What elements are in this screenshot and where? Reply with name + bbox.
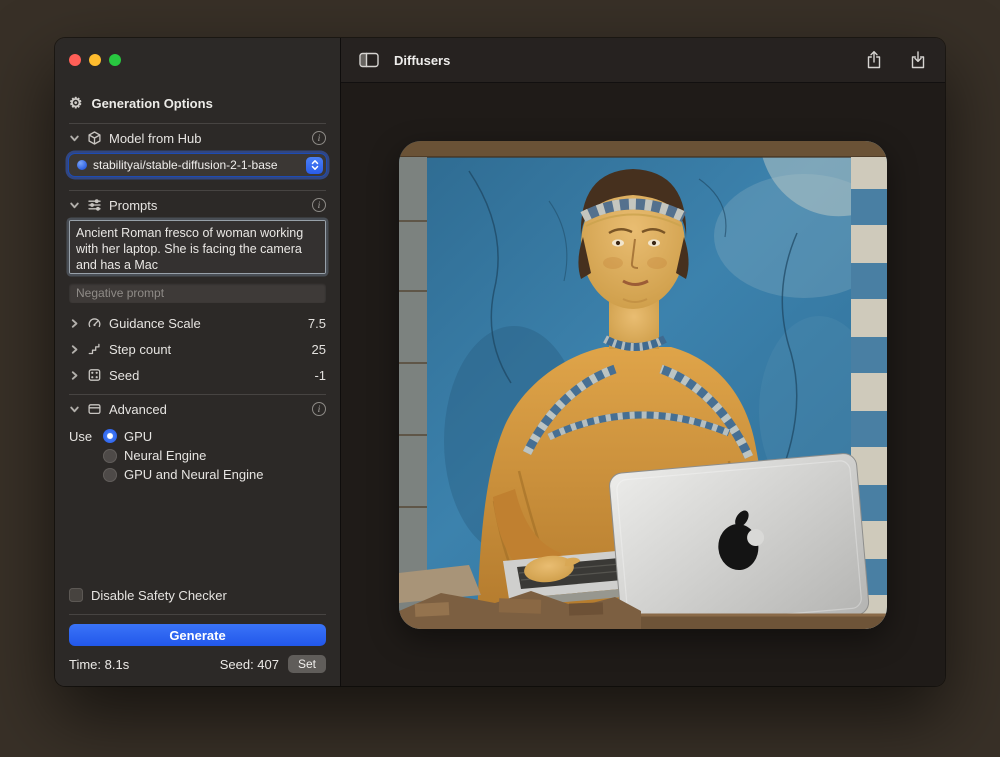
- last-seed: Seed: 407: [220, 657, 279, 672]
- generated-image[interactable]: [399, 141, 887, 629]
- generation-time: Time: 8.1s: [69, 657, 129, 672]
- param-row-guidance-scale[interactable]: Guidance Scale 7.5: [69, 310, 326, 336]
- neural-engine-option-label: Neural Engine: [124, 448, 206, 463]
- gpu-option-label: GPU: [124, 429, 152, 444]
- dice-icon: [87, 368, 102, 382]
- sidebar-toggle-icon[interactable]: [359, 52, 379, 68]
- advanced-row[interactable]: Advanced i: [69, 395, 326, 423]
- advanced-info-icon[interactable]: i: [312, 402, 326, 416]
- radio-neural-engine[interactable]: [103, 449, 117, 463]
- prompts-info-icon[interactable]: i: [312, 198, 326, 212]
- disable-safety-checker-checkbox[interactable]: [69, 588, 83, 602]
- step-count-label: Step count: [109, 342, 305, 357]
- window-title: Diffusers: [394, 53, 450, 68]
- param-row-step-count[interactable]: Step count 25: [69, 336, 326, 362]
- app-window: ⚙ Generation Options Model from Hub i st…: [55, 38, 945, 686]
- fresco-artwork: [399, 141, 887, 629]
- negative-prompt-input[interactable]: [69, 283, 326, 303]
- compute-unit-row-gpu-and-neural-engine: GPU and Neural Engine: [103, 465, 326, 484]
- advanced-label: Advanced: [109, 402, 305, 417]
- close-window-button[interactable]: [69, 54, 81, 66]
- model-from-hub-row[interactable]: Model from Hub i: [69, 124, 326, 152]
- chevron-down-icon: [69, 404, 80, 415]
- status-bar: Time: 8.1s Seed: 407 Set: [69, 655, 326, 686]
- image-canvas: [341, 83, 945, 686]
- sidebar: ⚙ Generation Options Model from Hub i st…: [55, 38, 340, 686]
- gears-icon: ⚙: [69, 96, 82, 111]
- seed-value: -1: [314, 368, 326, 383]
- model-icon: [77, 160, 87, 170]
- gpu-and-neural-engine-option-label: GPU and Neural Engine: [124, 467, 263, 482]
- prompts-label: Prompts: [109, 198, 305, 213]
- popup-stepper-icon[interactable]: [306, 157, 323, 174]
- generation-options-title: Generation Options: [91, 96, 212, 111]
- generate-button[interactable]: Generate: [69, 624, 326, 646]
- chevron-right-icon: [69, 344, 80, 355]
- set-seed-button[interactable]: Set: [288, 655, 326, 673]
- traffic-lights: [69, 38, 326, 66]
- parameter-list: Guidance Scale 7.5 Step count 25 Seed: [69, 310, 326, 388]
- minimize-window-button[interactable]: [89, 54, 101, 66]
- safety-checker-row: Disable Safety Checker: [69, 585, 326, 605]
- model-info-icon[interactable]: i: [312, 131, 326, 145]
- chevron-down-icon: [69, 200, 80, 211]
- param-row-seed[interactable]: Seed -1: [69, 362, 326, 388]
- seed-label: Seed: [109, 368, 307, 383]
- model-selected-value: stabilityai/stable-diffusion-2-1-base: [93, 158, 306, 172]
- compute-unit-row-neural-engine: Neural Engine: [103, 446, 326, 465]
- steps-icon: [87, 342, 102, 356]
- generation-options-header: ⚙ Generation Options: [69, 96, 326, 111]
- advanced-icon: [87, 402, 102, 416]
- divider: [69, 614, 326, 615]
- main-area: Diffusers: [340, 38, 945, 686]
- chevron-down-icon: [69, 133, 80, 144]
- gauge-icon: [87, 316, 102, 330]
- step-count-value: 25: [312, 342, 326, 357]
- radio-gpu[interactable]: [103, 429, 117, 443]
- guidance-scale-value: 7.5: [308, 316, 326, 331]
- sliders-icon: [87, 198, 102, 212]
- chevron-right-icon: [69, 370, 80, 381]
- model-from-hub-label: Model from Hub: [109, 131, 305, 146]
- chevron-right-icon: [69, 318, 80, 329]
- share-icon[interactable]: [865, 50, 883, 70]
- model-select[interactable]: stabilityai/stable-diffusion-2-1-base: [69, 154, 326, 176]
- main-toolbar: Diffusers: [341, 38, 945, 83]
- save-image-icon[interactable]: [909, 50, 927, 70]
- use-label: Use: [69, 429, 96, 444]
- guidance-scale-label: Guidance Scale: [109, 316, 301, 331]
- spacer: [69, 484, 326, 585]
- zoom-window-button[interactable]: [109, 54, 121, 66]
- prompt-input[interactable]: Ancient Roman fresco of woman working wi…: [69, 220, 326, 274]
- compute-unit-row-gpu: Use GPU: [69, 426, 326, 446]
- radio-gpu-and-neural-engine[interactable]: [103, 468, 117, 482]
- prompts-row[interactable]: Prompts i: [69, 191, 326, 219]
- model-cube-icon: [87, 131, 102, 145]
- disable-safety-checker-label: Disable Safety Checker: [91, 588, 227, 603]
